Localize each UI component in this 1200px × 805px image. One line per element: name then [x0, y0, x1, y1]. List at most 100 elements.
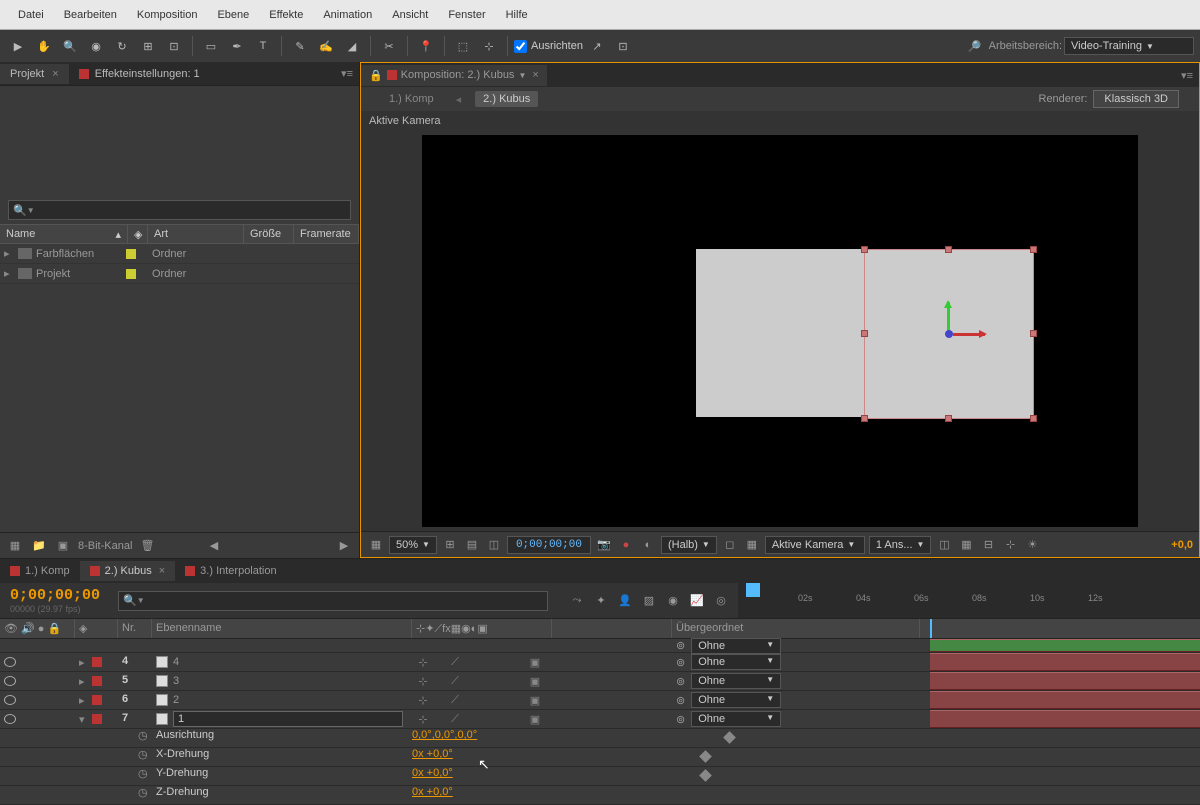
twirl-icon[interactable]: ▾	[79, 713, 89, 726]
z-axis-gizmo[interactable]	[945, 330, 953, 338]
hide-shy-icon[interactable]: 👤	[616, 592, 634, 610]
menu-ebene[interactable]: Ebene	[207, 5, 259, 25]
menu-datei[interactable]: Datei	[8, 5, 54, 25]
col-groesse[interactable]: Größe	[244, 225, 294, 243]
layer-name-input[interactable]	[173, 711, 403, 727]
timeline-icon[interactable]: ⊟	[979, 536, 997, 554]
menu-ansicht[interactable]: Ansicht	[382, 5, 438, 25]
pickwhip-icon[interactable]: ⊚	[676, 675, 685, 688]
x-axis-gizmo[interactable]	[953, 333, 985, 336]
project-item-farbflaechen[interactable]: ▸ Farbflächen Ordner	[0, 244, 359, 264]
parent-dropdown[interactable]: Ohne▼	[691, 638, 781, 654]
breadcrumb-kubus[interactable]: 2.) Kubus	[475, 91, 538, 107]
effect-controls-tab[interactable]: Effekteinstellungen: 1	[69, 64, 210, 84]
handle-tl[interactable]	[861, 246, 868, 253]
selection-tool[interactable]: ▶	[6, 34, 30, 58]
zoom-dropdown[interactable]: 50%▼	[389, 536, 437, 554]
layer-bar[interactable]	[930, 691, 1200, 709]
scroll-left-icon[interactable]: ◀	[205, 537, 223, 555]
mask-icon[interactable]: ◫	[485, 536, 503, 554]
layer-shape-back[interactable]	[696, 249, 864, 417]
label-swatch[interactable]	[92, 657, 102, 667]
layer-row-6[interactable]: ▸ 6 2 ⊹⟋▣ ⊚Ohne▼	[0, 691, 1200, 710]
parent-dropdown[interactable]: Ohne▼	[691, 654, 781, 670]
handle-bc[interactable]	[945, 415, 952, 422]
twirl-icon[interactable]: ▸	[79, 656, 89, 669]
layer-bar[interactable]	[930, 639, 1200, 652]
pickwhip-icon[interactable]: ⊚	[676, 639, 685, 652]
exposure-value[interactable]: +0,0	[1171, 539, 1193, 551]
pickwhip-icon[interactable]: ⊚	[676, 713, 685, 726]
layer-shape-selected[interactable]	[864, 249, 1034, 419]
clone-tool[interactable]: ✍	[314, 34, 338, 58]
new-folder-icon[interactable]: 📁	[30, 537, 48, 555]
handle-ml[interactable]	[861, 330, 868, 337]
shape-tool[interactable]: ▭	[199, 34, 223, 58]
close-icon[interactable]: ×	[532, 69, 538, 81]
twirl-icon[interactable]: ▸	[79, 694, 89, 707]
property-value[interactable]: 0x +0,0°	[412, 748, 453, 766]
snap-grid-icon[interactable]: ⊡	[611, 34, 635, 58]
orbit-tool[interactable]: ◉	[84, 34, 108, 58]
snapshot-icon[interactable]: 📷	[595, 536, 613, 554]
eye-icon[interactable]	[4, 695, 16, 705]
eye-icon[interactable]	[4, 676, 16, 686]
property-value[interactable]: 0x +0,0°	[412, 767, 453, 785]
label-swatch[interactable]	[126, 249, 136, 259]
panel-menu-icon[interactable]: ▾≡	[341, 67, 353, 80]
keyframe-marker[interactable]	[699, 769, 712, 782]
col-name[interactable]: Name ▴	[0, 225, 128, 243]
handle-br[interactable]	[1030, 415, 1037, 422]
pickwhip-icon[interactable]: ⊚	[676, 694, 685, 707]
layer-row-4[interactable]: ▸ 4 4 ⊹⟋▣ ⊚Ohne▼	[0, 653, 1200, 672]
layer-bar[interactable]	[930, 653, 1200, 671]
timeline-search[interactable]: 🔍 ▼	[118, 591, 548, 611]
timeline-tab-kubus[interactable]: 2.) Kubus×	[80, 561, 176, 581]
project-item-projekt[interactable]: ▸ Projekt Ordner	[0, 264, 359, 284]
stopwatch-icon[interactable]: ◷	[138, 748, 152, 762]
time-ruler[interactable]: 02s 04s 06s 08s 10s 12s	[738, 583, 1200, 618]
timeline-tab-komp[interactable]: 1.) Komp	[0, 561, 80, 581]
menu-bearbeiten[interactable]: Bearbeiten	[54, 5, 127, 25]
layer-bar[interactable]	[930, 710, 1200, 728]
snap-option-icon[interactable]: ↗	[585, 34, 609, 58]
property-value[interactable]: 0x +0,0°	[412, 786, 453, 804]
trash-icon[interactable]: 🗑	[138, 537, 156, 555]
bit-depth[interactable]: 8-Bit-Kanal	[78, 540, 132, 552]
text-tool[interactable]: T	[251, 34, 275, 58]
channel-icon[interactable]: ●	[617, 536, 635, 554]
label-swatch[interactable]	[92, 695, 102, 705]
rotate-tool[interactable]: ↻	[110, 34, 134, 58]
search-icon[interactable]: 🔎	[963, 34, 987, 58]
col-framerate[interactable]: Framerate	[294, 225, 359, 243]
camera-tool[interactable]: ⊞	[136, 34, 160, 58]
menu-animation[interactable]: Animation	[313, 5, 382, 25]
exposure-reset-icon[interactable]: ☀	[1023, 536, 1041, 554]
interpret-footage-icon[interactable]: ▦	[6, 537, 24, 555]
world-axis-icon[interactable]: ⊹	[477, 34, 501, 58]
fast-preview-icon[interactable]: ▦	[957, 536, 975, 554]
snap-checkbox[interactable]: Ausrichten	[514, 40, 583, 53]
panel-menu-icon[interactable]: ▾≡	[1181, 69, 1193, 82]
layer-bar[interactable]	[930, 672, 1200, 690]
comp-mini-flowchart-icon[interactable]: ⤳	[568, 592, 586, 610]
label-swatch[interactable]	[92, 714, 102, 724]
grid-icon[interactable]: ⊞	[441, 536, 459, 554]
layer-row-5[interactable]: ▸ 5 3 ⊹⟋▣ ⊚Ohne▼	[0, 672, 1200, 691]
view-dropdown[interactable]: Aktive Kamera▼	[765, 536, 865, 554]
col-parent[interactable]: Übergeordnet	[672, 619, 920, 638]
pen-tool[interactable]: ✒	[225, 34, 249, 58]
views-layout-dropdown[interactable]: 1 Ans...▼	[869, 536, 932, 554]
frame-blend-icon[interactable]: ▨	[640, 592, 658, 610]
eye-icon[interactable]	[4, 714, 16, 724]
brainstorm-icon[interactable]: ◎	[712, 592, 730, 610]
roi-icon[interactable]: ◻	[721, 536, 739, 554]
project-search[interactable]: 🔍 ▼	[8, 200, 351, 220]
parent-dropdown[interactable]: Ohne▼	[691, 692, 781, 708]
col-art[interactable]: Art	[148, 225, 244, 243]
property-y-drehung[interactable]: ◷ Y-Drehung 0x +0,0°	[0, 767, 1200, 786]
zoom-tool[interactable]: 🔍	[58, 34, 82, 58]
col-label[interactable]: ◈	[128, 225, 148, 243]
hand-tool[interactable]: ✋	[32, 34, 56, 58]
twirl-icon[interactable]: ▸	[79, 675, 89, 688]
